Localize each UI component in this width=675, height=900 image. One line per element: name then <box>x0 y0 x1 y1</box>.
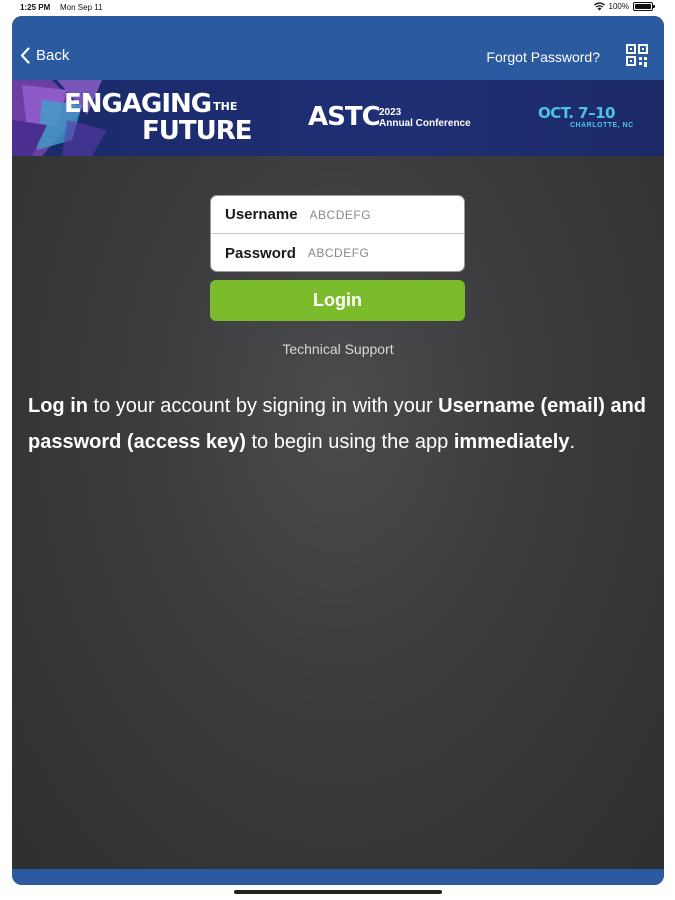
username-row: Username <box>211 196 464 234</box>
login-form: Username Password <box>210 195 465 272</box>
banner-event-name: Annual Conference <box>379 118 471 129</box>
banner-title-line2: FUTURE <box>142 116 253 146</box>
astc-logo: ASTC <box>308 102 381 132</box>
technical-support-link[interactable]: Technical Support <box>12 341 664 357</box>
app-window: Back Forgot Password? ENGAGING THE FUTUR… <box>12 16 664 885</box>
conference-banner: ENGAGING THE FUTURE ASTC 2023 Annual Conf… <box>12 80 664 156</box>
banner-title: ENGAGING THE FUTURE <box>64 89 253 146</box>
status-bar: 1:25 PM Mon Sep 11 100% <box>0 0 675 16</box>
password-row: Password <box>211 234 464 271</box>
status-right: 100% <box>593 2 655 11</box>
battery-percent: 100% <box>608 2 629 11</box>
banner-dates: OCT. 7–10 <box>538 104 615 122</box>
login-button[interactable]: Login <box>210 280 465 321</box>
banner-title-line1: ENGAGING <box>64 89 212 119</box>
forgot-password-link[interactable]: Forgot Password? <box>486 49 600 65</box>
intro-bold-1: Log in <box>28 395 88 417</box>
banner-title-the: THE <box>213 100 238 113</box>
username-field[interactable] <box>307 206 438 223</box>
navigation-bar: Back Forgot Password? <box>12 16 664 80</box>
username-label: Username <box>225 206 298 223</box>
banner-city: CHARLOTTE, NC <box>570 122 634 129</box>
home-indicator[interactable] <box>234 890 442 894</box>
intro-text-2: to begin using the app <box>245 431 454 453</box>
back-button[interactable]: Back <box>20 47 69 64</box>
status-date: Mon Sep 11 <box>60 3 103 12</box>
back-label: Back <box>36 47 70 64</box>
intro-bold-3: immediately <box>453 431 570 453</box>
chevron-left-icon <box>20 47 30 64</box>
banner-year: 2023 <box>379 107 402 118</box>
wifi-icon <box>593 2 605 11</box>
banner-event: 2023 Annual Conference <box>379 107 471 129</box>
status-time: 1:25 PM <box>20 3 51 12</box>
qr-code-icon[interactable] <box>626 44 648 68</box>
intro-text-3: . <box>569 431 576 453</box>
bottom-bar <box>12 869 664 885</box>
password-field[interactable] <box>305 245 436 261</box>
intro-text-1: to your account by signing in with your <box>87 395 439 417</box>
password-label: Password <box>225 244 296 262</box>
battery-icon <box>633 2 655 11</box>
login-instructions: Log in to your account by signing in wit… <box>28 388 648 460</box>
